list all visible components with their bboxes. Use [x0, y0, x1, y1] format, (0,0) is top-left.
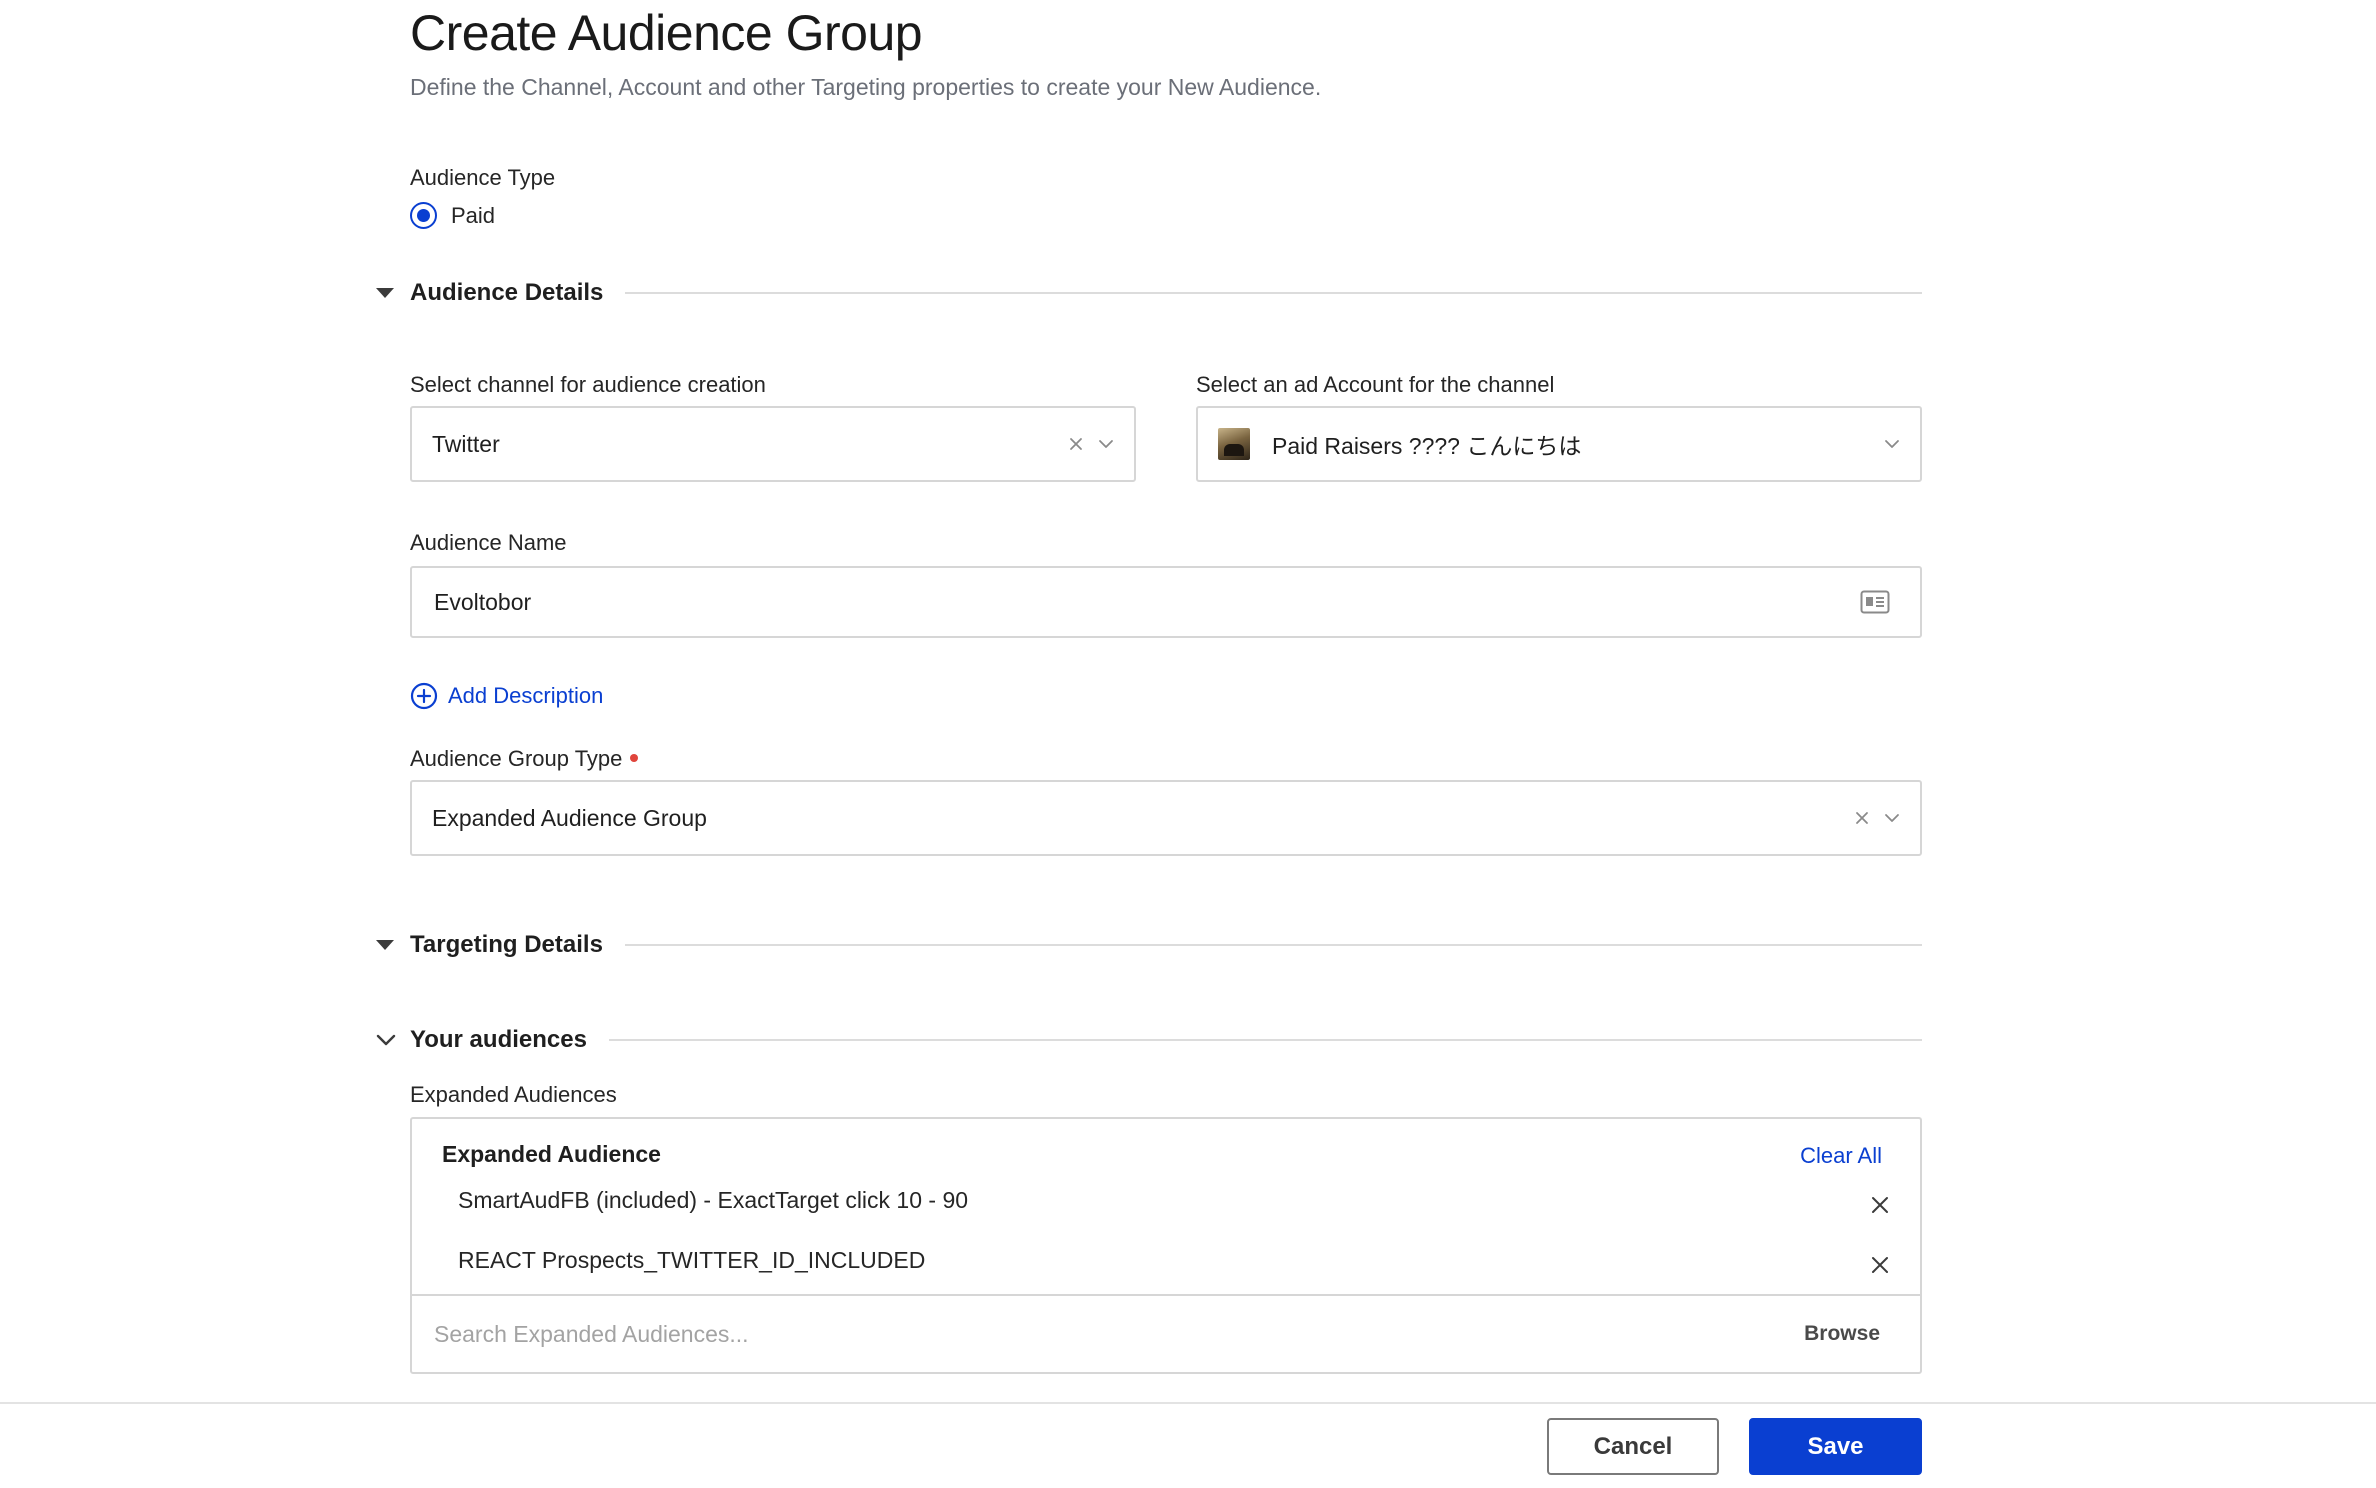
chevron-down-icon[interactable] — [1884, 439, 1900, 449]
create-audience-page: Create Audience Group Define the Channel… — [0, 0, 2376, 1400]
audience-name-input[interactable]: Evoltobor — [410, 566, 1922, 638]
group-type-label: Audience Group Type — [410, 746, 639, 772]
group-type-select[interactable]: Expanded Audience Group — [410, 780, 1922, 856]
clear-all-link[interactable]: Clear All — [1800, 1143, 1882, 1169]
audience-type-paid-radio[interactable]: Paid — [410, 202, 495, 229]
expanded-audience-search: Browse — [410, 1294, 1922, 1374]
chevron-down-icon[interactable] — [376, 1028, 410, 1052]
section-targeting-details[interactable]: Targeting Details — [376, 925, 1922, 965]
radio-selected-icon[interactable] — [410, 202, 437, 229]
clear-icon[interactable] — [1854, 810, 1870, 826]
page-subtitle: Define the Channel, Account and other Ta… — [410, 74, 1322, 100]
section-audience-details[interactable]: Audience Details — [376, 273, 1922, 313]
channel-select-value: Twitter — [432, 430, 500, 457]
search-input[interactable] — [434, 1320, 1805, 1348]
cancel-button[interactable]: Cancel — [1547, 1418, 1719, 1475]
section-your-audiences[interactable]: Your audiences — [376, 1020, 1922, 1060]
browse-button[interactable]: Browse — [1804, 1322, 1880, 1346]
audience-type-label: Audience Type — [410, 165, 556, 190]
radio-label-paid: Paid — [451, 202, 496, 228]
account-avatar — [1218, 428, 1250, 460]
expanded-audiences-label: Expanded Audiences — [410, 1082, 617, 1107]
ad-account-select[interactable]: Paid Raisers ???? こんにちは — [1196, 406, 1922, 482]
section-divider — [624, 944, 1922, 946]
ad-account-select-value: Paid Raisers ???? こんにちは — [1272, 433, 1582, 459]
plus-circle-icon[interactable] — [410, 682, 438, 710]
channel-label: Select channel for audience creation — [410, 372, 766, 397]
section-divider — [625, 292, 1922, 294]
caret-down-icon[interactable] — [376, 281, 410, 305]
required-indicator — [630, 754, 639, 763]
list-item: SmartAudFB (included) - ExactTarget clic… — [458, 1187, 969, 1213]
expanded-audience-list: Expanded Audience Clear All SmartAudFB (… — [410, 1117, 1922, 1295]
page-title: Create Audience Group — [410, 5, 923, 61]
add-description-label: Add Description — [448, 683, 604, 708]
channel-select[interactable]: Twitter — [410, 406, 1136, 482]
footer-bar: Cancel Save — [0, 1402, 2376, 1488]
group-type-value: Expanded Audience Group — [432, 804, 707, 831]
clear-icon[interactable] — [1068, 436, 1084, 452]
remove-icon[interactable] — [1870, 1195, 1890, 1215]
audience-name-value: Evoltobor — [434, 588, 532, 615]
expanded-audience-heading: Expanded Audience — [442, 1141, 661, 1167]
remove-icon[interactable] — [1870, 1255, 1890, 1275]
chevron-down-icon[interactable] — [1098, 439, 1114, 449]
contact-card-icon[interactable] — [1860, 590, 1890, 614]
section-title: Targeting Details — [410, 931, 603, 958]
caret-down-icon[interactable] — [376, 933, 410, 957]
section-divider — [608, 1039, 1922, 1041]
chevron-down-icon[interactable] — [1884, 813, 1900, 823]
section-title: Audience Details — [410, 279, 604, 306]
group-type-label-text: Audience Group Type — [410, 746, 623, 771]
list-item: REACT Prospects_TWITTER_ID_INCLUDED — [458, 1247, 926, 1273]
add-description-link[interactable]: Add Description — [410, 682, 603, 710]
audience-name-label: Audience Name — [410, 530, 567, 555]
save-button[interactable]: Save — [1749, 1418, 1922, 1475]
ad-account-label: Select an ad Account for the channel — [1196, 372, 1555, 397]
section-title: Your audiences — [410, 1026, 587, 1053]
